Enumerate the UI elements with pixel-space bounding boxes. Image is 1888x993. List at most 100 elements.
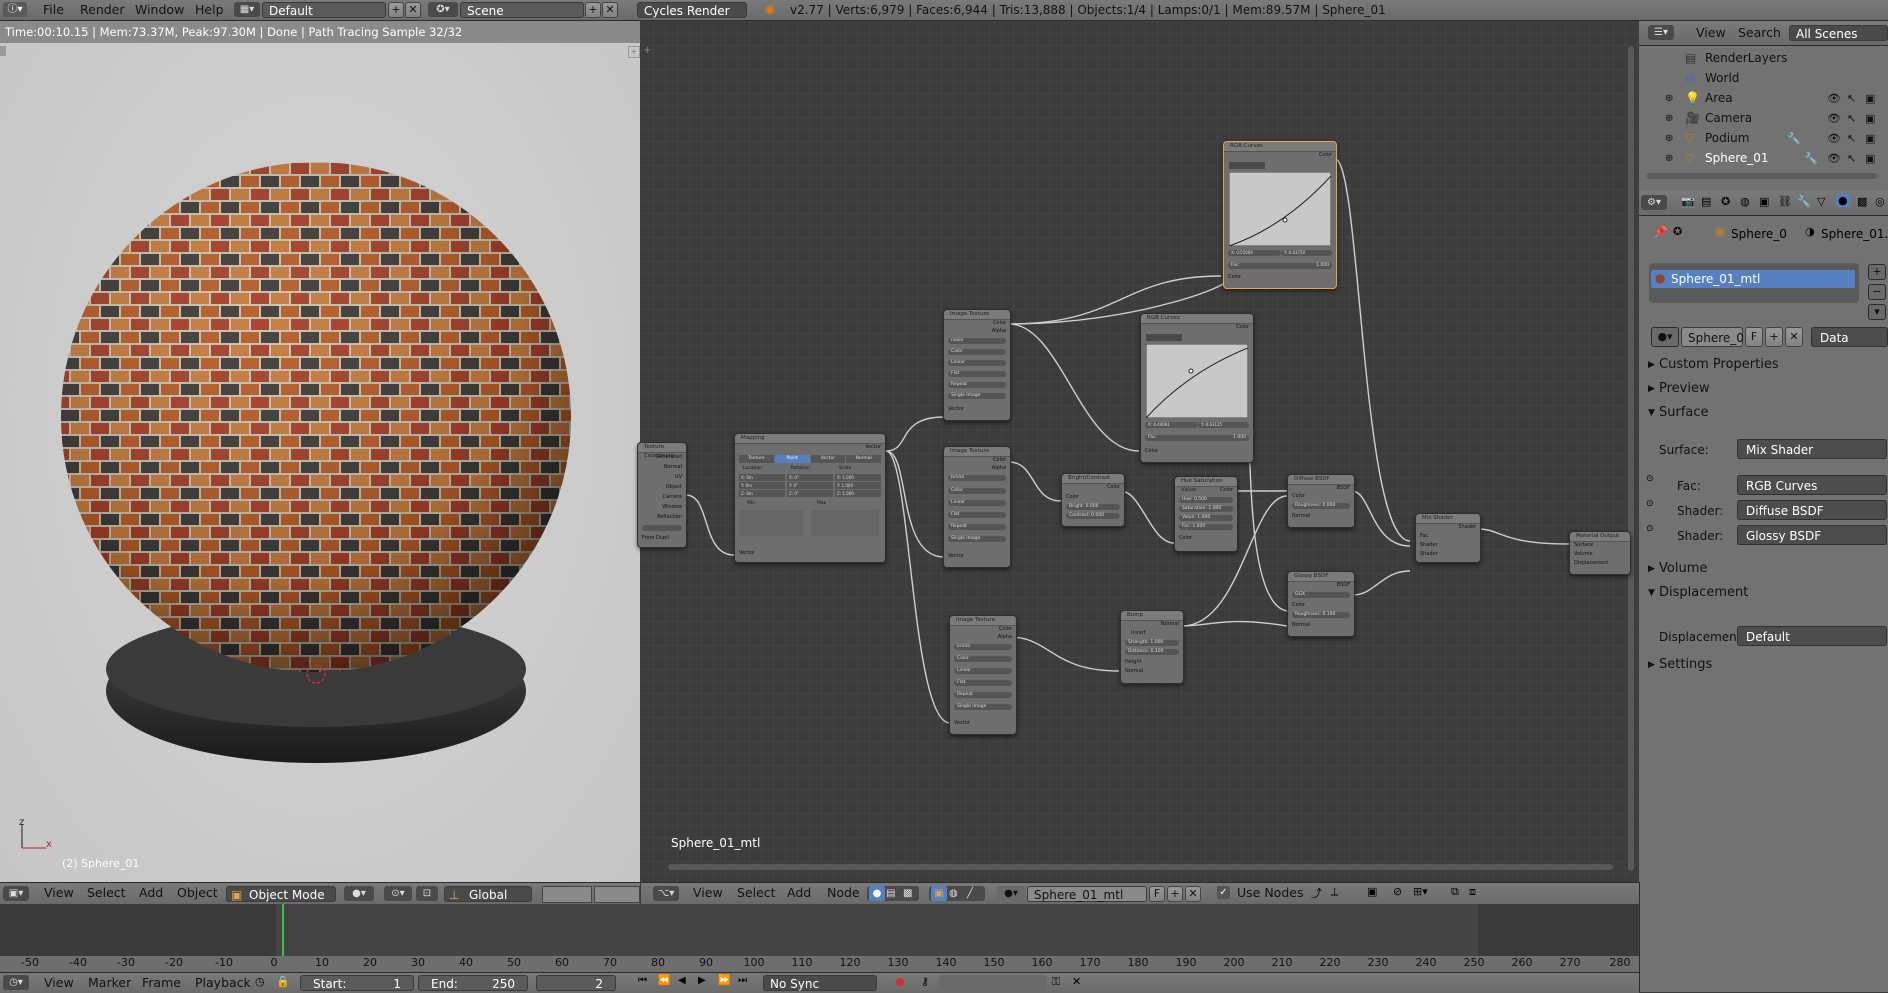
colorspace-dropdown[interactable]: Color (948, 488, 1006, 494)
shader-object-buttons[interactable]: ▣ ◍ ╱ (929, 886, 985, 901)
interpolation-dropdown[interactable]: Linear (954, 668, 1012, 674)
viewport-select-menu[interactable]: Select (87, 883, 126, 903)
projection-dropdown[interactable]: Flat (948, 371, 1006, 377)
distribution-dropdown[interactable]: GGX (1292, 592, 1350, 598)
displacement-dropdown[interactable]: Default (1737, 626, 1887, 646)
saturation-field[interactable]: Saturation: 1.000 (1179, 506, 1233, 512)
use-nodes-label[interactable]: Use Nodes (1237, 883, 1303, 903)
interpolation-dropdown[interactable]: Linear (948, 360, 1006, 366)
outliner-display-dropdown[interactable]: All Scenes (1789, 25, 1888, 41)
outliner-item-world[interactable]: ◍ World (1639, 69, 1888, 88)
node-rgb-curves-1[interactable]: RGB Curves Color X: 0.55000 Y: 0.43750 F… (1223, 141, 1337, 289)
panel-settings[interactable]: ▶ Settings (1639, 654, 1888, 676)
extension-dropdown[interactable]: Repeat (948, 524, 1006, 530)
add-scene-button[interactable]: + (585, 2, 601, 18)
colorspace-dropdown[interactable]: Color (954, 656, 1012, 662)
expand-icon[interactable]: ⊕ (1665, 149, 1673, 168)
outliner-item-area[interactable]: ⊕ 💡 Area 👁 ↖ ▣ (1639, 89, 1888, 108)
eye-icon[interactable]: 👁 (1827, 129, 1841, 148)
link-socket-icon[interactable]: ⊙ (1646, 474, 1654, 484)
curve-y-field[interactable]: Y: 0.43750 (1281, 250, 1332, 256)
menu-file[interactable]: File (43, 0, 64, 20)
compositing-nodes-icon[interactable]: ▩ (903, 886, 912, 901)
rot-y-field[interactable]: Y: 0° (787, 482, 833, 489)
surface-dropdown[interactable]: Mix Shader (1737, 439, 1887, 459)
curve-graph[interactable] (1146, 344, 1248, 418)
object-field[interactable] (642, 525, 682, 531)
remove-slot-button[interactable]: − (1868, 284, 1886, 300)
delete-keyframe-icon[interactable]: ✕ (1072, 975, 1081, 988)
remove-layout-button[interactable]: ✕ (405, 2, 421, 18)
curve-channel-tabs[interactable] (1229, 162, 1265, 169)
viewport-add-menu[interactable]: Add (139, 883, 163, 903)
node-fake-user-button[interactable]: F (1149, 886, 1165, 902)
timeline-editor-icon[interactable]: ◷▾ (3, 975, 29, 990)
layer-buttons[interactable] (542, 886, 592, 903)
node-material-output[interactable]: Material Output Surface Volume Displacem… (1569, 531, 1631, 575)
roughness-field[interactable]: Roughness: 0.100 (1292, 612, 1350, 618)
snap-icon[interactable]: ⊘ (1393, 885, 1402, 898)
node-image-texture-2[interactable]: Image Texture Color Alpha bricks Color L… (943, 446, 1011, 568)
render-tab-icon[interactable]: 📷 (1681, 195, 1695, 208)
image-field[interactable]: noise (948, 338, 1006, 344)
projection-dropdown[interactable]: Flat (954, 680, 1012, 686)
preview-range-icon[interactable]: ◷ (255, 975, 265, 988)
render-camera-icon[interactable]: ▣ (1865, 129, 1875, 148)
scale-x-field[interactable]: X: 1.000 (835, 474, 881, 481)
image-field[interactable]: bricks (948, 475, 1006, 481)
snap-toggle-icon[interactable]: ⟂ (1331, 885, 1338, 899)
curve-channel-tabs[interactable] (1146, 334, 1182, 341)
hsv-fac-field[interactable]: Fac: 1.000 (1179, 524, 1233, 530)
node-select-menu[interactable]: Select (737, 883, 776, 903)
go-parent-icon[interactable]: ⤴ (1311, 885, 1322, 901)
record-icon[interactable]: ● (895, 975, 905, 988)
jump-start-icon[interactable]: ⏮ (638, 975, 647, 986)
material-browse-icon[interactable]: ●▾ (997, 886, 1025, 901)
shader-type-buttons[interactable]: ● ▤ ▩ (867, 886, 919, 901)
shader2-dropdown[interactable]: Glossy BSDF (1737, 525, 1887, 545)
node-hue-saturation-value[interactable]: Hue Saturation Value Color Hue: 0.500 Sa… (1174, 476, 1238, 552)
slot-menu-button[interactable]: ▾ (1868, 304, 1886, 320)
rot-z-field[interactable]: Z: 0° (787, 490, 833, 497)
fake-user-button[interactable]: F (1745, 327, 1763, 347)
node-editor[interactable]: + Sphere_01_mtl Texture Coordinate Gener… (637, 21, 1638, 882)
curve-graph[interactable] (1229, 172, 1331, 246)
node-diffuse-bsdf[interactable]: Diffuse BSDF BSDF Color Roughness: 0.000… (1287, 474, 1355, 528)
fac-field[interactable]: Fac: 1.000 (1145, 435, 1249, 441)
node-glossy-bsdf[interactable]: Glossy BSDF BSDF GGX Color Roughness: 0.… (1287, 571, 1355, 637)
loc-y-field[interactable]: Y: 0m (739, 482, 785, 489)
jump-keyframe-back-icon[interactable]: ⏪ (658, 975, 670, 986)
node-mix-shader[interactable]: Mix Shader Shader Fac Shader Shader (1415, 513, 1481, 563)
backdrop-icon[interactable]: ▣ (1367, 885, 1377, 898)
orientation-dropdown[interactable]: ⊥ Global (444, 886, 532, 902)
insert-keyframe-icon[interactable]: ⚿ (1052, 975, 1060, 989)
node-image-texture-3[interactable]: Image Texture Color Alpha bricks Color L… (949, 615, 1017, 735)
panel-surface[interactable]: ▼ Surface (1639, 402, 1888, 424)
hue-field[interactable]: Hue: 0.500 (1179, 497, 1233, 503)
outliner-search-menu[interactable]: Search (1738, 23, 1781, 43)
remove-scene-button[interactable]: ✕ (602, 2, 618, 18)
tab-normal[interactable]: Normal (846, 455, 881, 463)
data-tab-icon[interactable]: ▽ (1817, 195, 1825, 208)
render-layers-tab-icon[interactable]: ▤ (1701, 195, 1711, 208)
texture-nodes-icon[interactable]: ▤ (886, 886, 895, 901)
material-tab-icon[interactable]: ● (1836, 194, 1850, 207)
modifiers-tab-icon[interactable]: 🔧 (1797, 195, 1811, 208)
shader1-dropdown[interactable]: Diffuse BSDF (1737, 500, 1887, 520)
material-name-field[interactable]: Sphere_0 (1681, 327, 1744, 347)
menu-window[interactable]: Window (135, 0, 184, 20)
node-mapping[interactable]: Mapping Vector Texture Point Vector Norm… (734, 433, 886, 563)
timeline-view-menu[interactable]: View (44, 973, 74, 993)
image-field[interactable]: bricks (954, 644, 1012, 650)
end-frame-field[interactable]: End: 250 (418, 975, 528, 991)
roughness-field[interactable]: Roughness: 0.000 (1292, 503, 1350, 509)
contrast-field[interactable]: Contrast: 0.000 (1066, 513, 1120, 519)
outliner-scrollbar[interactable] (1647, 173, 1877, 179)
extension-dropdown[interactable]: Repeat (948, 382, 1006, 388)
fac-dropdown[interactable]: RGB Curves (1737, 475, 1887, 495)
node-bump[interactable]: Bump Normal Invert Strength: 1.000 Dista… (1120, 610, 1184, 684)
play-icon[interactable]: ▶ (698, 975, 706, 986)
world-tab-icon[interactable]: ◍ (1740, 195, 1750, 208)
snap-element-icon[interactable]: ⊞▾ (1413, 885, 1428, 898)
link-socket-icon[interactable]: ⊙ (1646, 524, 1654, 534)
